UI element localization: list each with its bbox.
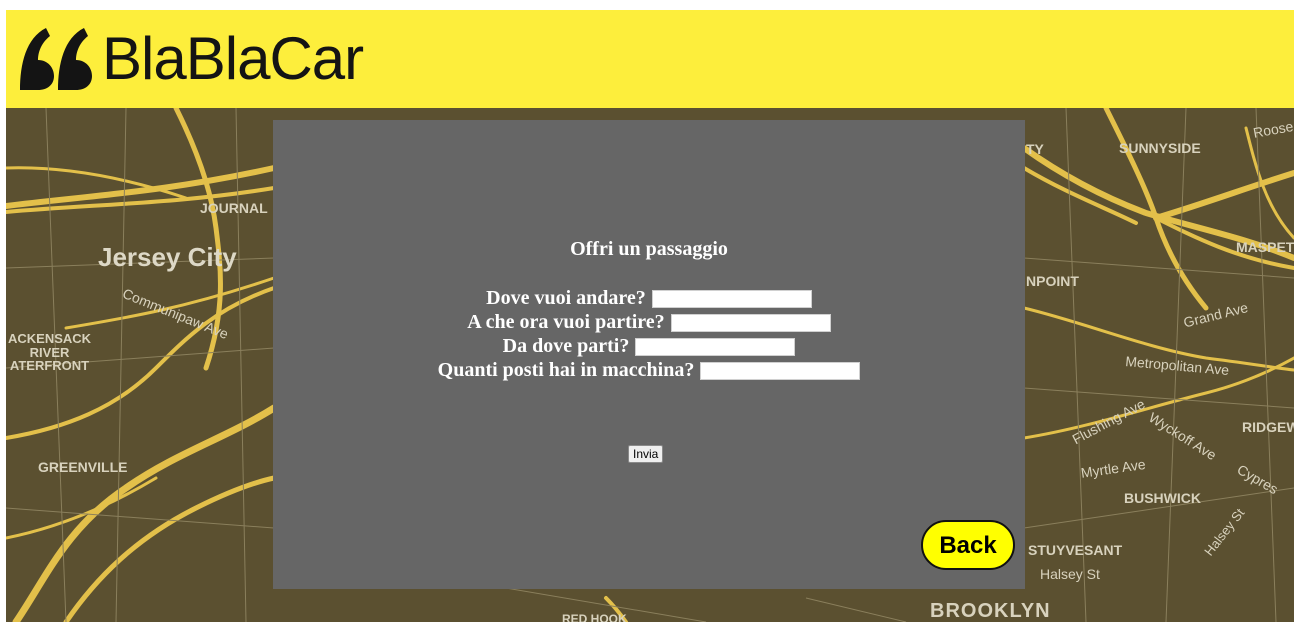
map-label-journal: JOURNAL	[200, 200, 268, 216]
map-label-maspeth: MASPETH	[1236, 239, 1294, 255]
map-label-jersey-city: Jersey City	[98, 242, 237, 272]
map-label-halsey-st: Halsey St	[1040, 566, 1100, 582]
form-row-departure-time: A che ora vuoi partire?	[273, 310, 1025, 334]
seats-input[interactable]	[700, 362, 861, 380]
destination-input[interactable]	[651, 290, 812, 308]
map-label-bushwick: BUSHWICK	[1124, 490, 1201, 506]
destination-label: Dove vuoi andare?	[486, 286, 646, 309]
map-label-ridgew: RIDGEW	[1242, 419, 1294, 435]
map-label-stuyvesant: STUYVESANT	[1028, 542, 1123, 558]
origin-label: Da dove parti?	[502, 334, 630, 357]
map-label-npoint: NPOINT	[1026, 273, 1079, 289]
departure-time-input[interactable]	[670, 314, 831, 332]
submit-button[interactable]: Invia	[628, 445, 664, 463]
form-row-destination: Dove vuoi andare?	[273, 286, 1025, 310]
map-label-sunnyside: SUNNYSIDE	[1119, 140, 1201, 156]
offer-ride-form: Dove vuoi andare? A che ora vuoi partire…	[273, 286, 1025, 382]
form-row-seats: Quanti posti hai in macchina?	[273, 358, 1025, 382]
back-button[interactable]: Back	[921, 520, 1015, 570]
map-label-brooklyn: BROOKLYN	[930, 600, 1051, 622]
map-label-greenville: GREENVILLE	[38, 459, 128, 475]
brand-logo[interactable]: BlaBlaCar	[16, 16, 364, 102]
map-label-ty: TY	[1026, 141, 1044, 157]
origin-input[interactable]	[635, 338, 796, 356]
offer-ride-panel: Offri un passaggio Dove vuoi andare? A c…	[273, 120, 1025, 589]
blablacar-quote-mark-icon	[20, 28, 92, 90]
page-title: Offri un passaggio	[570, 238, 728, 260]
seats-label: Quanti posti hai in macchina?	[437, 358, 695, 381]
map-label-red-hook: RED HOOK	[562, 612, 627, 622]
departure-time-label: A che ora vuoi partire?	[467, 310, 665, 333]
form-row-origin: Da dove parti?	[273, 334, 1025, 358]
brand-name: BlaBlaCar	[102, 25, 364, 92]
map-label-hackensack: ACKENSACK RIVER ATERFRONT	[8, 331, 92, 374]
site-header: BlaBlaCar	[6, 10, 1294, 108]
